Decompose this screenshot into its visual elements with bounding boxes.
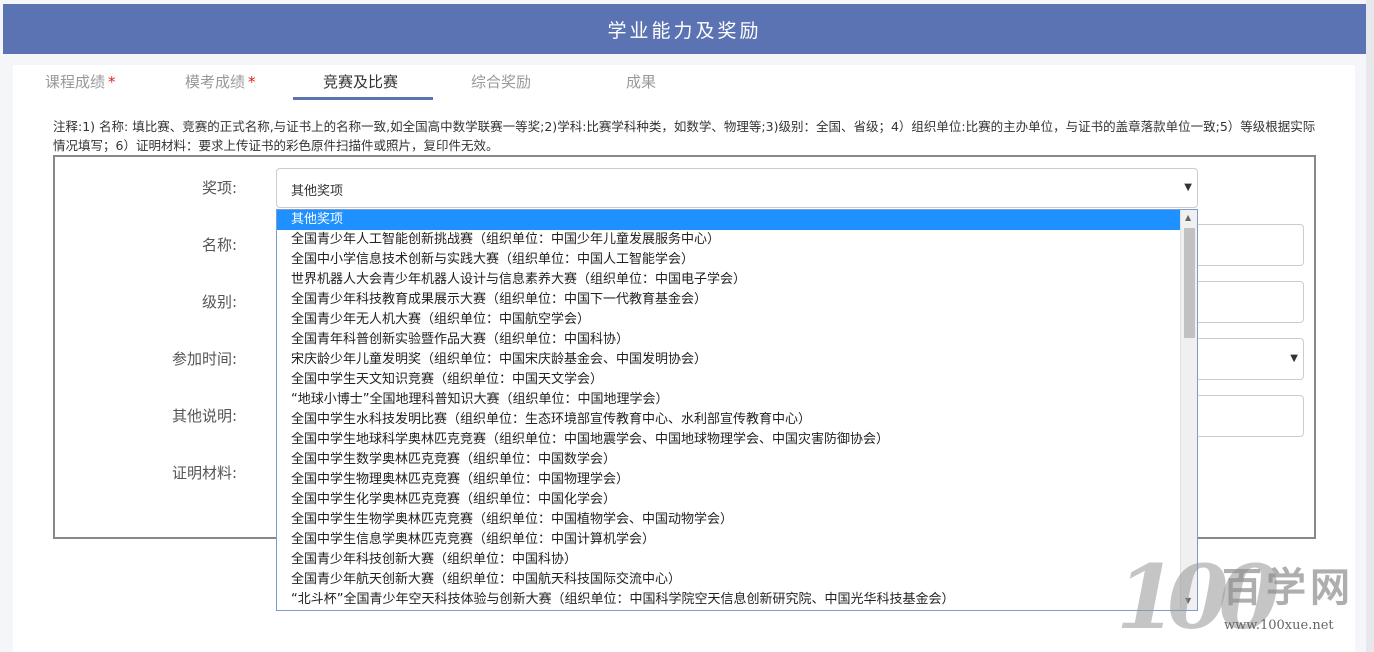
required-mark: * [108, 73, 116, 91]
required-mark: * [248, 73, 256, 91]
award-option[interactable]: 其他奖项 [277, 210, 1181, 230]
watermark-url: www.100xue.net [1224, 618, 1334, 633]
proof-label: 证明材料: [171, 464, 237, 482]
page-header: 学业能力及奖励 [3, 4, 1366, 54]
award-option[interactable]: 全国中学生生物学奥林匹克竞赛（组织单位：中国植物学会、中国动物学会） [277, 510, 1181, 530]
award-option[interactable]: 全国青少年科技创新大赛（组织单位：中国科协） [277, 550, 1181, 570]
page-scrollbar[interactable] [1366, 0, 1374, 652]
award-option[interactable]: 全国中学生信息学奥林匹克竞赛（组织单位：中国计算机学会） [277, 530, 1181, 550]
instructions-note: 注释:1) 名称: 填比赛、竞赛的正式名称,与证书上的名称一致,如全国高中数学联… [53, 119, 1316, 153]
award-option[interactable]: 全国中小学信息技术创新与实践大赛（组织单位：中国人工智能学会） [277, 250, 1181, 270]
tab-bar: 课程成绩 * 模考成绩 * 竞赛及比赛 综合奖励 成果 [13, 65, 1355, 101]
award-option[interactable]: 全国青少年航天创新大赛（组织单位：中国航天科技国际交流中心） [277, 570, 1181, 590]
chevron-down-icon: ▼ [1184, 182, 1192, 193]
name-input[interactable] [1196, 224, 1304, 266]
scroll-thumb[interactable] [1184, 228, 1195, 338]
award-option[interactable]: 全国中学生地球科学奥林匹克竞赛（组织单位：中国地震学会、中国地球物理学会、中国灾… [277, 430, 1181, 450]
time-label: 参加时间: [171, 350, 237, 368]
page-title: 学业能力及奖励 [607, 19, 762, 42]
tab-competitions[interactable]: 竞赛及比赛 [323, 71, 398, 92]
active-tab-indicator [293, 97, 433, 100]
other-notes-label: 其他说明: [171, 407, 237, 425]
other-notes-input[interactable] [1196, 395, 1304, 437]
award-options: 其他奖项 全国青少年人工智能创新挑战赛（组织单位：中国少年儿童发展服务中心） 全国中… [277, 210, 1181, 610]
chevron-down-icon: ▼ [1290, 353, 1298, 364]
level-label: 级别: [201, 293, 237, 311]
award-option[interactable]: 全国青少年人工智能创新挑战赛（组织单位：中国少年儿童发展服务中心） [277, 230, 1181, 250]
award-option[interactable]: 全国青少年无人机大赛（组织单位：中国航空学会） [277, 310, 1181, 330]
tab-course-grades[interactable]: 课程成绩 * [45, 71, 116, 92]
award-label: 奖项: [201, 179, 237, 197]
award-option[interactable]: 全国中学生数学奥林匹克竞赛（组织单位：中国数学会） [277, 450, 1181, 470]
tab-achievements[interactable]: 成果 [626, 71, 656, 92]
scroll-up-icon[interactable]: ▲ [1185, 213, 1191, 222]
award-select-value: 其他奖项 [291, 184, 344, 199]
tab-mock-exam-grades[interactable]: 模考成绩 * [185, 71, 256, 92]
award-option[interactable]: “地球小博士”全国地理科普知识大赛（组织单位：中国地理学会） [277, 390, 1181, 410]
watermark-text: 百学网 [1222, 565, 1354, 611]
award-option[interactable]: 宋庆龄少年儿童发明奖（组织单位：中国宋庆龄基金会、中国发明协会） [277, 350, 1181, 370]
award-option[interactable]: 全国中学生天文知识竞赛（组织单位：中国天文学会） [277, 370, 1181, 390]
award-option[interactable]: “北斗杯”全国青少年空天科技体验与创新大赛（组织单位：中国科学院空天信息创新研究… [277, 590, 1181, 610]
name-label: 名称: [201, 236, 237, 254]
award-dropdown-list[interactable]: 其他奖项 全国青少年人工智能创新挑战赛（组织单位：中国少年儿童发展服务中心） 全国中… [276, 209, 1198, 611]
level-input[interactable] [1196, 281, 1304, 323]
tab-comprehensive-awards[interactable]: 综合奖励 [471, 71, 531, 92]
award-option[interactable]: 全国中学生水科技发明比赛（组织单位：生态环境部宣传教育中心、水利部宣传教育中心） [277, 410, 1181, 430]
award-option[interactable]: 全国中学生物理奥林匹克竞赛（组织单位：中国物理学会） [277, 470, 1181, 490]
watermark: 100 百学网 www.100xue.net [1116, 545, 1366, 649]
award-option[interactable]: 世界机器人大会青少年机器人设计与信息素养大赛（组织单位：中国电子学会） [277, 270, 1181, 290]
award-select[interactable]: 其他奖项 ▼ [276, 168, 1198, 208]
award-option[interactable]: 全国青少年科技教育成果展示大赛（组织单位：中国下一代教育基金会） [277, 290, 1181, 310]
time-select[interactable]: ▼ [1196, 338, 1304, 380]
award-option[interactable]: 全国青年科普创新实验暨作品大赛（组织单位：中国科协） [277, 330, 1181, 350]
award-option[interactable]: 全国中学生化学奥林匹克竞赛（组织单位：中国化学会） [277, 490, 1181, 510]
